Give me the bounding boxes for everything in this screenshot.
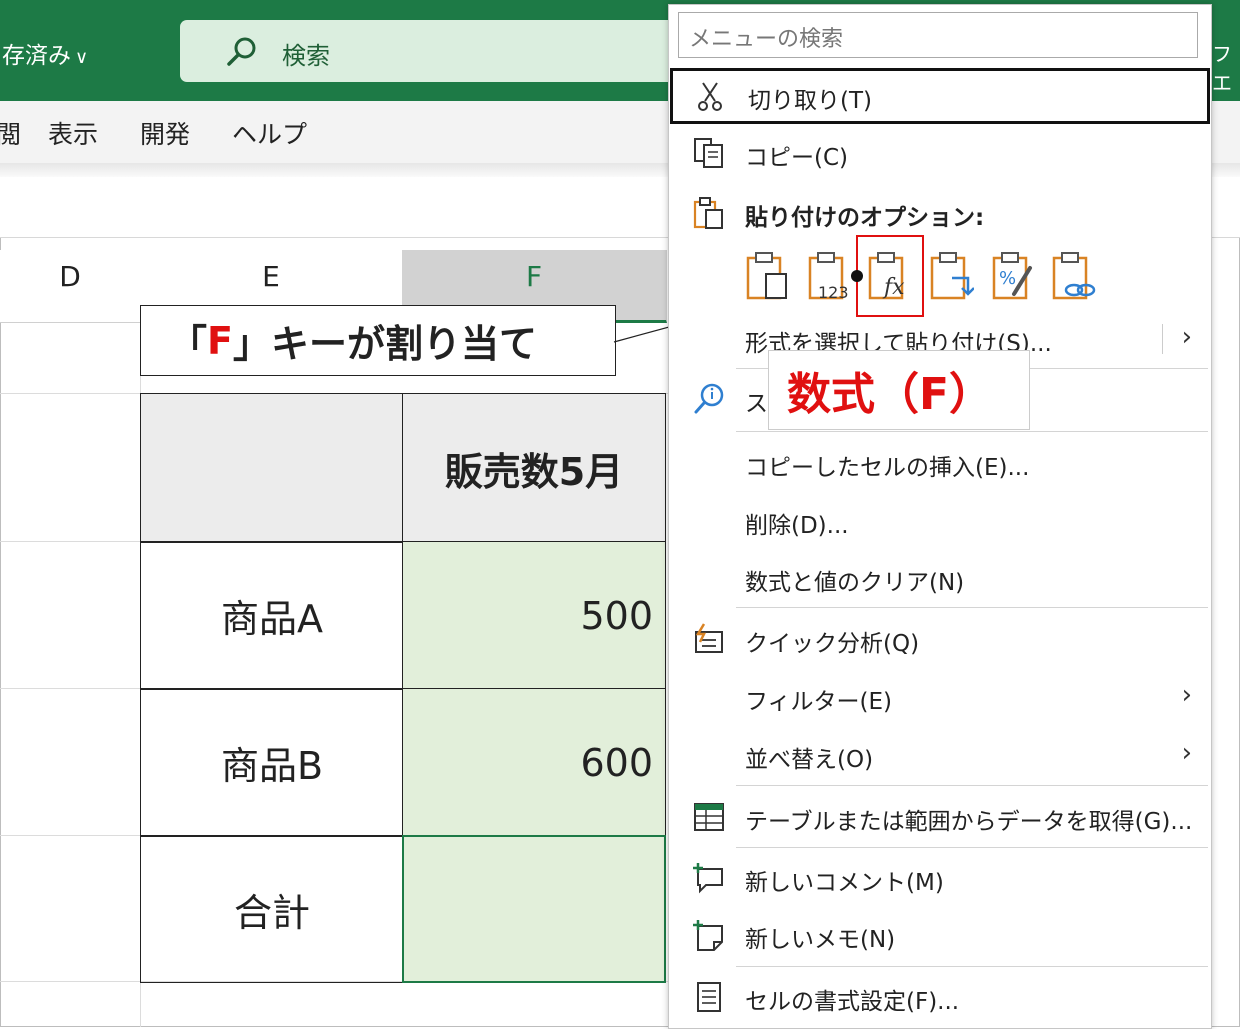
gridline	[0, 541, 140, 542]
title-right-text: フエ	[1212, 42, 1232, 95]
menu-separator	[736, 847, 1208, 848]
format-cells-icon	[697, 982, 721, 1012]
chevron-right-icon: ›	[1181, 738, 1192, 768]
quick-analysis-icon	[695, 623, 723, 653]
paste-values-icon[interactable]: 123	[806, 250, 852, 302]
paste-formatting-icon-text: %	[999, 268, 1016, 289]
paste-values-icon-text: 123	[818, 283, 849, 302]
callout-close-bracket: 」	[232, 322, 271, 366]
scissors-icon	[698, 82, 722, 111]
callout-open-bracket: 「	[169, 322, 208, 366]
clipboard-icon	[693, 197, 723, 229]
menu-item-filter[interactable]: フィルター(E) ›	[670, 670, 1210, 726]
menu-item-copy-label: コピー(C)	[745, 145, 849, 171]
menu-section-paste-options: 貼り付けのオプション:	[670, 186, 1210, 242]
row-label-cell[interactable]: 商品A	[140, 541, 404, 690]
menu-separator	[736, 966, 1208, 967]
menu-item-quick-analysis-label: クイック分析(Q)	[745, 631, 920, 657]
menu-separator	[736, 607, 1208, 608]
menu-item-clear[interactable]: 数式と値のクリア(N)	[670, 551, 1210, 607]
chevron-down-icon: ∨	[75, 47, 89, 68]
row-value-cell[interactable]: 600	[402, 688, 666, 837]
tab-help[interactable]: ヘルプ	[232, 115, 307, 151]
search-label: 検索	[282, 42, 330, 70]
menu-item-new-note-label: 新しいメモ(N)	[745, 927, 896, 953]
paste-options-row: 123 fx %	[744, 250, 1104, 302]
tab-developer[interactable]: 開発	[140, 115, 190, 151]
menu-item-new-comment[interactable]: 新しいコメント(M)	[670, 851, 1210, 907]
callout-text: キーが割り当て	[271, 322, 538, 366]
total-value-cell[interactable]	[402, 835, 666, 983]
menu-item-new-comment-label: 新しいコメント(M)	[745, 870, 944, 896]
menu-search-input[interactable]: メニューの検索	[678, 12, 1198, 58]
search-box[interactable]: 検索	[180, 20, 700, 82]
menu-separator	[736, 431, 1208, 432]
new-note-icon	[693, 920, 723, 951]
paste-formatting-icon[interactable]: %	[990, 250, 1036, 302]
smart-lookup-icon	[694, 383, 724, 414]
tab-view[interactable]: 表示	[48, 115, 98, 151]
menu-item-filter-label: フィルター(E)	[745, 689, 893, 715]
gridline	[0, 688, 140, 689]
menu-item-delete[interactable]: 削除(D)...	[670, 494, 1210, 550]
new-comment-icon	[693, 863, 723, 894]
menu-item-format-cells-label: セルの書式設定(F)...	[745, 989, 960, 1015]
menu-item-cut-label: 切り取り(T)	[748, 88, 872, 114]
chevron-right-icon: ›	[1181, 322, 1192, 352]
save-status-button[interactable]: 存済み ∨	[2, 36, 88, 70]
menu-item-new-note[interactable]: 新しいメモ(N)	[670, 908, 1210, 964]
menu-item-get-data-label: テーブルまたは範囲からデータを取得(G)...	[745, 809, 1193, 835]
shortcut-callout: 「F」キーが割り当て	[140, 305, 616, 376]
menu-item-copy[interactable]: コピー(C)	[670, 126, 1210, 182]
paste-icon[interactable]	[744, 250, 790, 302]
menu-item-insert-copied[interactable]: コピーしたセルの挿入(E)...	[670, 436, 1210, 492]
formula-shortcut-label: 数式（F）	[768, 350, 1030, 430]
table-header-label-cell[interactable]	[140, 393, 404, 543]
menu-item-clear-label: 数式と値のクリア(N)	[745, 570, 965, 596]
save-status-label: 存済み	[2, 43, 71, 69]
gridline	[0, 835, 140, 836]
search-icon	[227, 37, 256, 66]
row-label-cell[interactable]: 合計	[140, 835, 404, 983]
column-header-d[interactable]: D	[0, 250, 141, 323]
menu-item-format-cells[interactable]: セルの書式設定(F)...	[670, 970, 1210, 1026]
table-header-value-cell[interactable]: 販売数5月	[402, 393, 666, 543]
chevron-right-icon: ›	[1181, 680, 1192, 710]
menu-item-insert-copied-label: コピーしたセルの挿入(E)...	[745, 455, 1030, 481]
menu-item-cut[interactable]: 切り取り(T)	[670, 68, 1210, 124]
paste-transpose-icon[interactable]	[928, 250, 974, 302]
copy-icon	[694, 138, 723, 168]
row-value-cell[interactable]: 500	[402, 541, 666, 690]
menu-item-get-data[interactable]: テーブルまたは範囲からデータを取得(G)...	[670, 790, 1210, 846]
menu-separator	[736, 785, 1208, 786]
menu-item-sort[interactable]: 並べ替え(O) ›	[670, 728, 1210, 784]
formula-paste-highlight	[856, 235, 924, 317]
paste-options-label: 貼り付けのオプション:	[745, 205, 985, 231]
menu-item-delete-label: 削除(D)...	[745, 513, 849, 539]
row-label-cell[interactable]: 商品B	[140, 688, 404, 837]
menu-item-smart-lookup-label: ス	[745, 391, 768, 417]
menu-item-quick-analysis[interactable]: クイック分析(Q)	[670, 612, 1210, 668]
submenu-divider	[1162, 324, 1163, 354]
table-icon	[694, 803, 724, 831]
callout-anchor-dot	[851, 270, 863, 282]
tab-review[interactable]: 閲	[0, 115, 21, 151]
paste-link-icon[interactable]	[1050, 250, 1096, 302]
callout-key: F	[207, 318, 233, 363]
menu-item-sort-label: 並べ替え(O)	[745, 747, 874, 773]
